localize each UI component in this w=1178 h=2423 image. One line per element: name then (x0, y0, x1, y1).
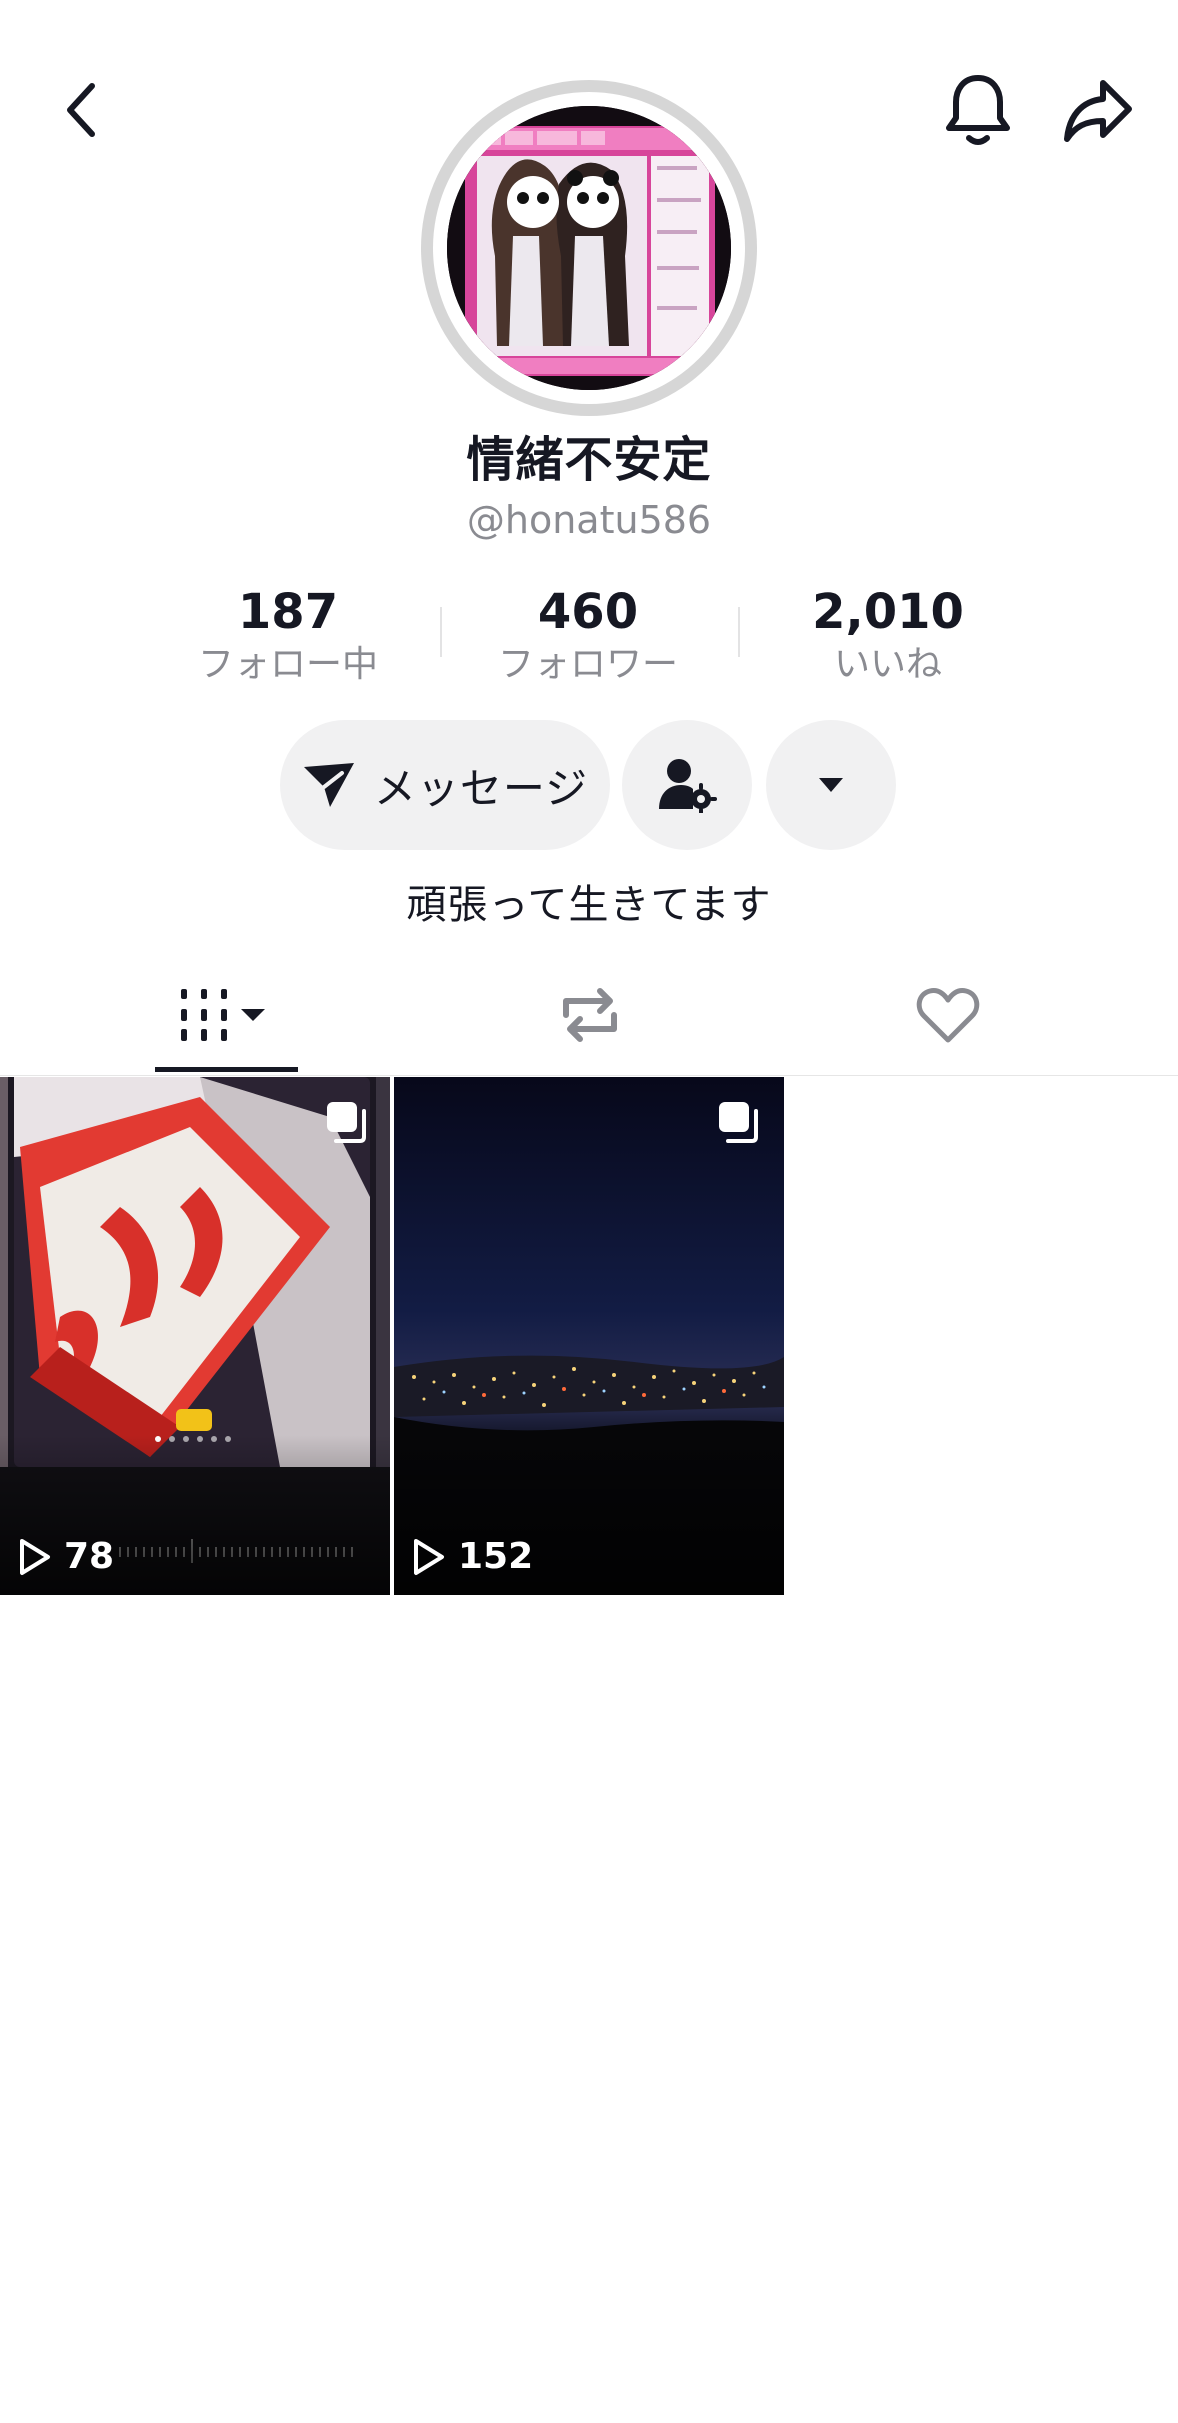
stat-divider (440, 607, 442, 657)
repost-icon (563, 988, 617, 1042)
tab-reposts[interactable] (500, 960, 680, 1070)
stat-following[interactable]: 187 フォロー中 (148, 582, 428, 688)
play-icon (414, 1538, 444, 1575)
view-count: 78 (16, 1536, 114, 1577)
user-gear-icon (659, 759, 717, 813)
video-tile[interactable]: 152 (394, 1077, 784, 1595)
profile-bio: 頑張って生きてます (406, 882, 772, 928)
stat-divider (738, 607, 740, 657)
stat-followers-label: フォロワー (497, 644, 678, 685)
send-icon (303, 763, 354, 807)
message-button[interactable]: メッセージ (280, 720, 610, 850)
grid-icon (181, 989, 265, 1041)
share-arrow-icon (1064, 80, 1132, 142)
avatar-border (433, 92, 745, 404)
tab-videos[interactable] (130, 960, 320, 1070)
stat-following-label: フォロー中 (197, 644, 378, 685)
video-tile[interactable]: 78 (0, 1077, 390, 1595)
stat-following-count: 187 (237, 584, 339, 640)
photo-carousel-icon (327, 1102, 366, 1143)
active-tab-indicator (155, 1067, 298, 1072)
more-options-button[interactable] (766, 720, 896, 850)
stat-likes[interactable]: 2,010 いいね (748, 582, 1028, 688)
tab-liked[interactable] (858, 960, 1038, 1070)
share-button[interactable] (1058, 70, 1138, 150)
back-button[interactable] (42, 70, 122, 150)
stat-likes-count: 2,010 (812, 584, 964, 640)
avatar-image (447, 106, 731, 390)
display-name: 情緒不安定 (466, 432, 712, 488)
stat-followers-count: 460 (537, 584, 639, 640)
view-count: 152 (410, 1536, 533, 1577)
follow-settings-button[interactable] (622, 720, 752, 850)
photo-carousel-icon (719, 1102, 758, 1143)
view-count-value: 152 (458, 1536, 534, 1577)
view-count-value: 78 (64, 1536, 115, 1577)
tab-divider (0, 1075, 1178, 1076)
username: @honatu586 (466, 498, 712, 542)
stat-likes-label: いいね (833, 644, 942, 685)
chevron-left-icon (67, 83, 95, 137)
caret-down-icon (819, 778, 843, 792)
play-icon (20, 1538, 50, 1575)
heart-icon (916, 988, 980, 1043)
bell-icon (946, 75, 1010, 145)
profile-avatar[interactable] (421, 80, 757, 416)
stat-followers[interactable]: 460 フォロワー (448, 582, 728, 688)
notification-bell-button[interactable] (938, 70, 1018, 150)
message-button-label: メッセージ (373, 763, 589, 813)
